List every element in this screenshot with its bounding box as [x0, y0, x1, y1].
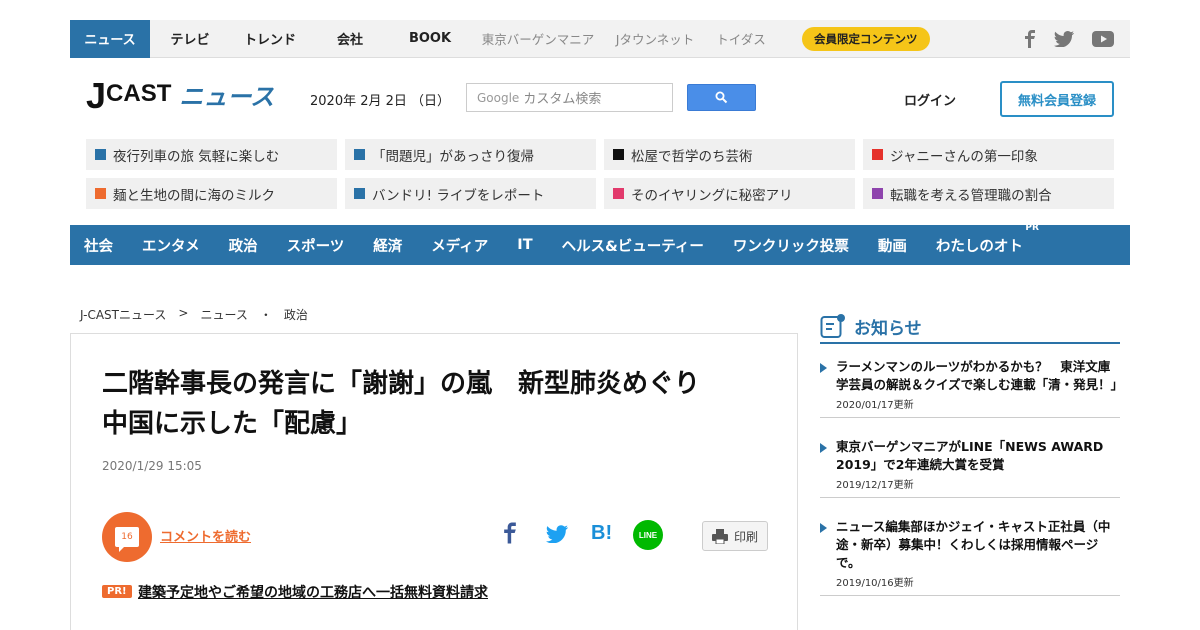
tab-news[interactable]: ニュース [70, 19, 150, 58]
category-entertainment[interactable]: エンタメ [142, 235, 200, 256]
search-icon [715, 91, 728, 104]
print-button[interactable]: 印刷 [702, 521, 768, 551]
category-politics[interactable]: 政治 [229, 235, 258, 256]
login-link[interactable]: ログイン [904, 90, 956, 109]
pr-badge: PR! [102, 585, 132, 598]
notice-heading: お知らせ [854, 318, 922, 339]
category-sports[interactable]: スポーツ [287, 235, 345, 256]
comment-count: 16 [115, 527, 139, 552]
trending-item[interactable]: 松屋で哲学のち芸術 [604, 139, 855, 170]
line-share-icon[interactable]: LINE [633, 520, 663, 550]
breadcrumb-separator: > [178, 306, 189, 320]
search-brand: Google [477, 90, 520, 105]
trending-topics: 夜行列車の旅 気軽に楽しむ 「問題児」があっさり復帰 松屋で哲学のち芸術 ジャニ… [86, 139, 1114, 209]
notice-text[interactable]: ニュース編集部ほかジェイ・キャスト正社員（中途・新卒）募集中！くわしくは採用情報… [836, 518, 1120, 572]
trending-item[interactable]: ジャニーさんの第一印象 [863, 139, 1114, 170]
trending-item[interactable]: バンドリ! ライブをレポート [345, 178, 596, 209]
square-icon [95, 188, 106, 199]
social-links [1024, 20, 1114, 58]
tab-book[interactable]: BOOK [390, 20, 470, 58]
print-label: 印刷 [733, 529, 758, 544]
current-date: 2020年 2月 2日 （日） [310, 94, 451, 109]
top-navigation-bar: ニュース テレビ トレンド 会社 BOOK 東京バーゲンマニア Jタウンネット … [70, 19, 1130, 58]
breadcrumb-news[interactable]: ニュース [200, 306, 247, 323]
tab-trend[interactable]: トレンド [230, 20, 310, 58]
category-navigation: 社会 エンタメ 政治 スポーツ 経済 メディア IT ヘルス&ビューティー ワン… [70, 223, 1130, 265]
site-header: J CAST ニュース 2020年 2月 2日 （日） Google カスタム検… [70, 58, 1130, 138]
category-health-beauty[interactable]: ヘルス&ビューティー [562, 235, 704, 256]
comment-icon-button[interactable]: 16 [102, 512, 152, 562]
logo-news: ニュース [179, 83, 275, 111]
trending-item[interactable]: 麺と生地の間に海のミルク [86, 178, 337, 209]
pr-link[interactable]: 建築予定地やご希望の地域の工務店へ一括無料資料請求 [138, 582, 488, 602]
category-watashi-no-oto[interactable]: わたしのオト PR [936, 223, 1039, 256]
youtube-icon[interactable] [1092, 31, 1114, 47]
search-placeholder: カスタム検索 [523, 92, 602, 107]
notice-updated: 2019/10/16更新 [836, 578, 914, 589]
facebook-icon[interactable] [1024, 30, 1036, 48]
notice-text[interactable]: 東京バーゲンマニアがLINE「NEWS AWARD 2019」で2年連続大賞を受… [836, 438, 1120, 474]
breadcrumb-separator: ・ [259, 308, 272, 322]
square-icon [613, 188, 624, 199]
list-item[interactable]: ニュース編集部ほかジェイ・キャスト正社員（中途・新卒）募集中！くわしくは採用情報… [820, 518, 1120, 596]
link-j-townnet[interactable]: Jタウンネット [606, 20, 704, 58]
facebook-share-icon[interactable] [503, 522, 517, 544]
notice-list: ラーメンマンのルーツがわかるかも？ 東洋文庫学芸員の解説＆クイズで楽しむ連載「清… [820, 358, 1123, 616]
notice-icon [820, 314, 845, 338]
list-item[interactable]: 東京バーゲンマニアがLINE「NEWS AWARD 2019」で2年連続大賞を受… [820, 438, 1120, 498]
article-card: 二階幹事長の発言に「謝謝」の嵐 新型肺炎めぐり 中国に示した「配慮」 2020/… [70, 333, 798, 630]
square-icon [872, 149, 883, 160]
square-icon [354, 149, 365, 160]
square-icon [872, 188, 883, 199]
triangle-right-icon [820, 363, 827, 373]
search-button[interactable] [687, 84, 756, 111]
link-tokyo-bargain-mania[interactable]: 東京バーゲンマニア [470, 20, 606, 58]
printer-icon [711, 528, 728, 544]
trending-item[interactable]: 転職を考える管理職の割合 [863, 178, 1114, 209]
category-society[interactable]: 社会 [84, 235, 113, 256]
list-item[interactable]: ラーメンマンのルーツがわかるかも？ 東洋文庫学芸員の解説＆クイズで楽しむ連載「清… [820, 358, 1123, 418]
logo-j: J [86, 75, 106, 116]
breadcrumb: J-CASTニュース > ニュース ・ 政治 [80, 306, 308, 323]
notice-header: お知らせ [820, 310, 1120, 344]
line-share-label: LINE [638, 530, 658, 540]
link-toidasu[interactable]: トイダス [704, 20, 778, 58]
tab-tv[interactable]: テレビ [150, 20, 230, 58]
category-media[interactable]: メディア [431, 235, 488, 256]
twitter-share-icon[interactable] [546, 525, 568, 543]
triangle-right-icon [820, 523, 827, 533]
category-economy[interactable]: 経済 [373, 235, 402, 256]
breadcrumb-home[interactable]: J-CASTニュース [80, 306, 166, 323]
twitter-icon[interactable] [1054, 31, 1074, 47]
notice-updated: 2020/01/17更新 [836, 400, 914, 411]
category-video[interactable]: 動画 [878, 235, 907, 256]
square-icon [613, 149, 624, 160]
hatena-share-icon[interactable]: B! [591, 523, 612, 543]
member-content-badge[interactable]: 会員限定コンテンツ [802, 26, 930, 51]
article-title: 二階幹事長の発言に「謝謝」の嵐 新型肺炎めぐり 中国に示した「配慮」 [102, 369, 701, 439]
square-icon [95, 149, 106, 160]
notice-text[interactable]: ラーメンマンのルーツがわかるかも？ 東洋文庫学芸員の解説＆クイズで楽しむ連載「清… [836, 358, 1123, 394]
read-comments-link[interactable]: コメントを読む [160, 526, 251, 545]
notice-updated: 2019/12/17更新 [836, 480, 914, 491]
search-input[interactable]: Google カスタム検索 [466, 83, 673, 112]
trending-item[interactable]: 夜行列車の旅 気軽に楽しむ [86, 139, 337, 170]
logo-cast: CAST [106, 80, 172, 107]
category-it[interactable]: IT [517, 237, 532, 253]
trending-item[interactable]: そのイヤリングに秘密アリ [604, 178, 855, 209]
article-date: 2020/1/29 15:05 [102, 459, 202, 473]
trending-item[interactable]: 「問題児」があっさり復帰 [345, 139, 596, 170]
register-button[interactable]: 無料会員登録 [1000, 81, 1114, 117]
triangle-right-icon [820, 443, 827, 453]
square-icon [354, 188, 365, 199]
site-logo[interactable]: J CAST ニュース [86, 78, 274, 114]
breadcrumb-politics[interactable]: 政治 [284, 306, 308, 323]
tab-company[interactable]: 会社 [310, 20, 390, 58]
pr-label: PR [1025, 222, 1039, 233]
category-one-click-vote[interactable]: ワンクリック投票 [733, 235, 849, 256]
